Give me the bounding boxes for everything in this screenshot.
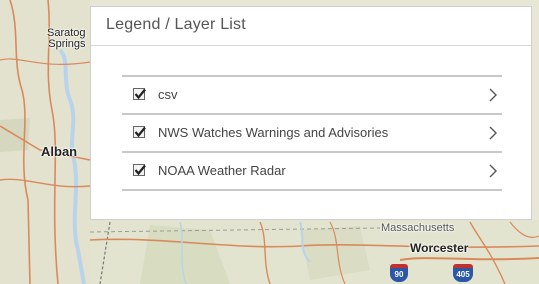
map-label-worcester: Worcester [410, 241, 469, 255]
layer-item-noaa-radar[interactable]: NOAA Weather Radar [122, 153, 502, 191]
map-label-massachusetts: Massachusetts [381, 222, 455, 234]
chevron-right-icon[interactable] [486, 163, 500, 179]
map-label-albany: Alban [41, 144, 78, 159]
layer-label: NOAA Weather Radar [158, 163, 286, 178]
layer-label: csv [158, 87, 178, 102]
layer-visibility-checkbox[interactable] [133, 164, 146, 176]
panel-title: Legend / Layer List [106, 16, 246, 33]
checkmark-icon [134, 126, 146, 138]
interstate-405-shield: 405 [453, 264, 473, 282]
panel-header: Legend / Layer List [91, 7, 531, 46]
layer-visibility-checkbox[interactable] [133, 126, 146, 138]
layer-label: NWS Watches Warnings and Advisories [158, 125, 389, 140]
interstate-90-shield: 90 [390, 264, 408, 282]
chevron-right-icon[interactable] [486, 125, 500, 141]
checkmark-icon [134, 88, 146, 100]
layer-item-nws-watches[interactable]: NWS Watches Warnings and Advisories [122, 115, 502, 153]
layer-item-csv[interactable]: csv [122, 77, 502, 115]
layer-visibility-checkbox[interactable] [133, 88, 146, 100]
map-label-saratoga-springs: Saratog Springs [47, 27, 86, 50]
legend-layer-list-panel: Legend / Layer List csv NWS Watches Warn… [90, 6, 532, 220]
checkmark-icon [134, 164, 146, 176]
layer-list: csv NWS Watches Warnings and Advisories [122, 75, 502, 191]
chevron-right-icon[interactable] [486, 87, 500, 103]
